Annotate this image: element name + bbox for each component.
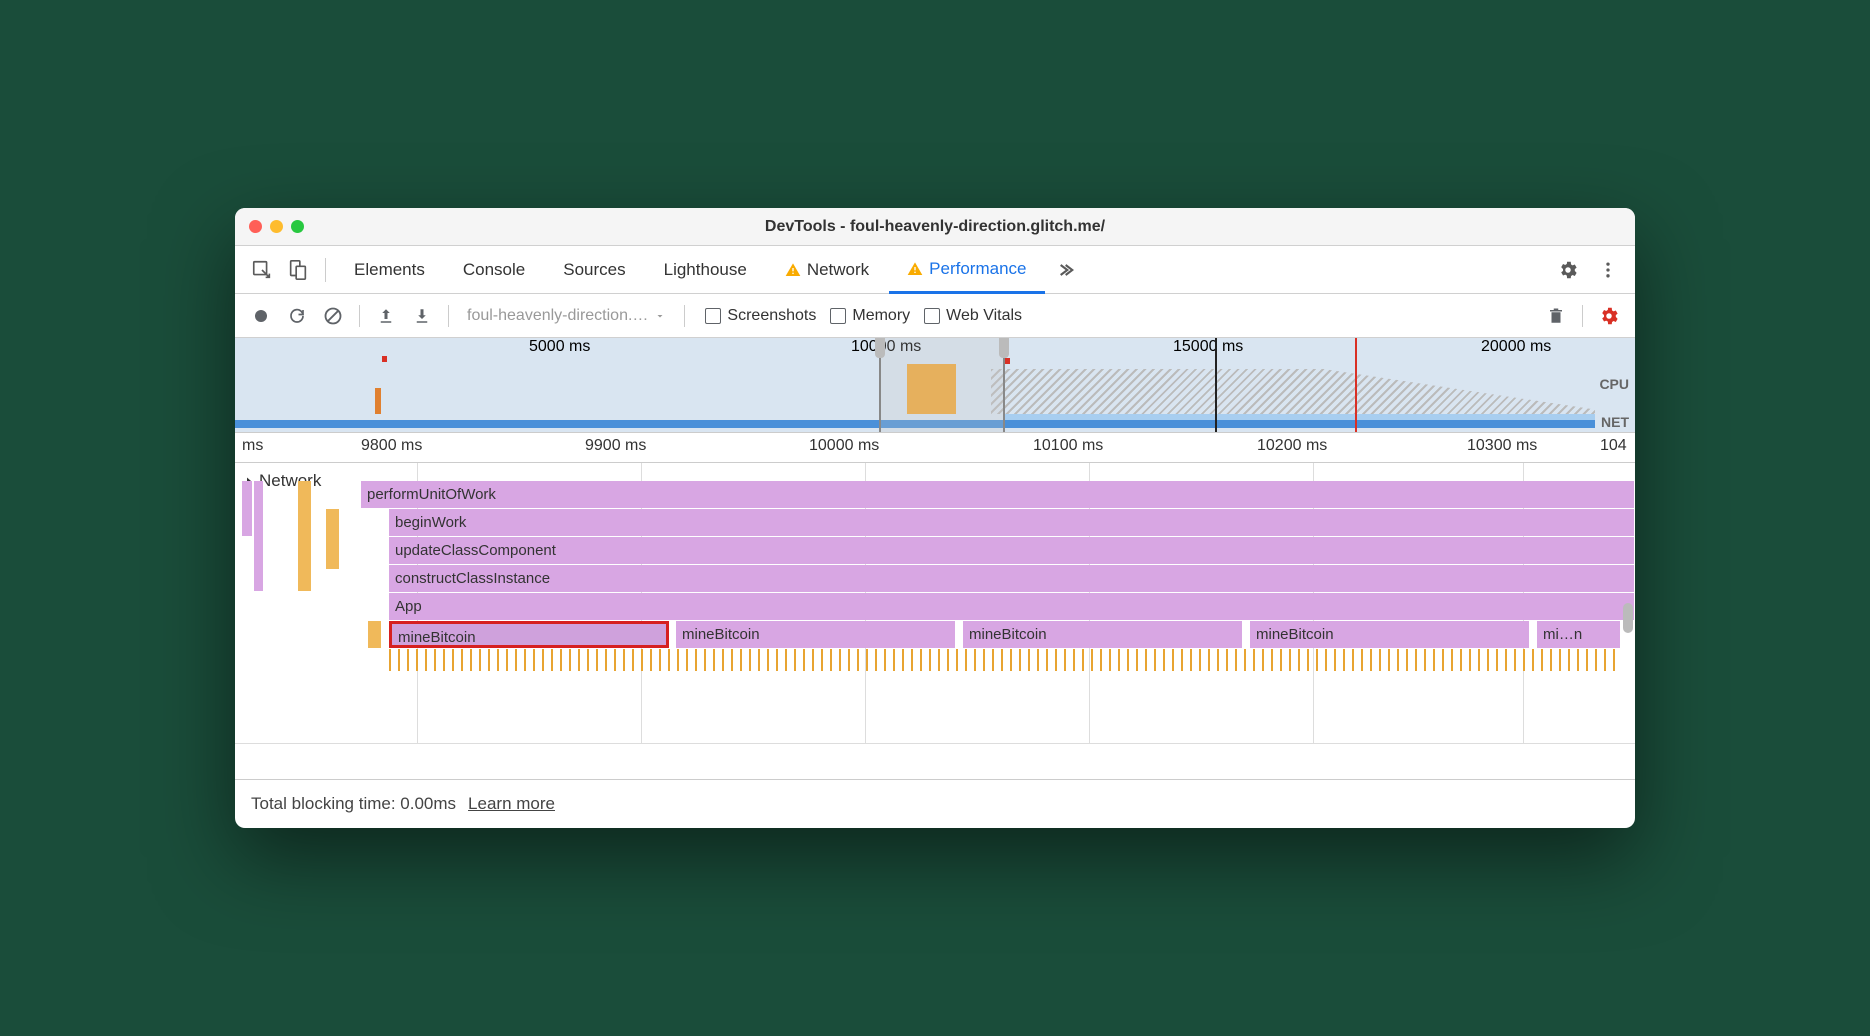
divider bbox=[684, 305, 685, 327]
overview-tick: 5000 ms bbox=[529, 338, 590, 356]
ruler-tick: 10000 ms bbox=[809, 437, 879, 455]
divider bbox=[448, 305, 449, 327]
flame-frame[interactable]: performUnitOfWork bbox=[361, 481, 1635, 508]
learn-more-link[interactable]: Learn more bbox=[468, 794, 555, 814]
ruler-tick: 10200 ms bbox=[1257, 437, 1327, 455]
chevron-down-icon bbox=[654, 310, 666, 322]
checkbox-label: Web Vitals bbox=[946, 307, 1022, 325]
device-toolbar-icon[interactable] bbox=[281, 253, 315, 287]
tab-label: Sources bbox=[563, 260, 625, 280]
tab-network[interactable]: Network bbox=[767, 246, 887, 294]
timeline-overview[interactable]: 5000 ms 10000 ms 15000 ms 20000 ms CPU N… bbox=[235, 338, 1635, 433]
marker-line bbox=[1215, 338, 1217, 432]
record-button[interactable] bbox=[245, 300, 277, 332]
spacer-row bbox=[235, 743, 1635, 779]
tab-performance[interactable]: Performance bbox=[889, 246, 1044, 294]
checkbox-label: Memory bbox=[852, 307, 910, 325]
long-task-marker bbox=[382, 356, 387, 362]
reload-record-button[interactable] bbox=[281, 300, 313, 332]
cpu-label: CPU bbox=[1599, 376, 1629, 392]
ruler-tick: 10100 ms bbox=[1033, 437, 1103, 455]
maximize-window-button[interactable] bbox=[291, 220, 304, 233]
kebab-menu-icon[interactable] bbox=[1591, 253, 1625, 287]
checkbox-label: Screenshots bbox=[727, 307, 816, 325]
microtask-ticks bbox=[389, 649, 1621, 671]
profile-select[interactable]: foul-heavenly-direction.… bbox=[459, 307, 674, 325]
memory-checkbox[interactable]: Memory bbox=[830, 307, 910, 325]
divider bbox=[325, 258, 326, 282]
overview-tick: 15000 ms bbox=[1173, 338, 1243, 356]
checkbox-icon bbox=[924, 308, 940, 324]
flame-frame-minebitcoin[interactable]: mineBitcoin bbox=[389, 621, 669, 648]
more-tabs-icon[interactable] bbox=[1047, 253, 1081, 287]
capture-settings-icon[interactable] bbox=[1593, 300, 1625, 332]
tab-label: Console bbox=[463, 260, 525, 280]
window-title: DevTools - foul-heavenly-direction.glitc… bbox=[765, 218, 1105, 236]
marker-line-red bbox=[1355, 338, 1357, 432]
close-window-button[interactable] bbox=[249, 220, 262, 233]
tab-console[interactable]: Console bbox=[445, 246, 543, 294]
blocking-time-text: Total blocking time: 0.00ms bbox=[251, 794, 456, 814]
ruler-tick: 9900 ms bbox=[585, 437, 646, 455]
checkbox-icon bbox=[830, 308, 846, 324]
ruler-tick: 9800 ms bbox=[361, 437, 422, 455]
flame-chart-area[interactable]: Network performUnitOfWork beginWork upda… bbox=[235, 463, 1635, 743]
download-profile-button[interactable] bbox=[406, 300, 438, 332]
flame-frame-minebitcoin[interactable]: mi…n bbox=[1537, 621, 1621, 648]
clear-button[interactable] bbox=[317, 300, 349, 332]
tab-label: Elements bbox=[354, 260, 425, 280]
divider bbox=[1582, 305, 1583, 327]
ruler-tick: 104 bbox=[1600, 437, 1627, 455]
screenshots-checkbox[interactable]: Screenshots bbox=[705, 307, 816, 325]
checkbox-icon bbox=[705, 308, 721, 324]
flame-frame-minebitcoin[interactable]: mineBitcoin bbox=[676, 621, 956, 648]
flame-frame-orange[interactable] bbox=[368, 621, 382, 648]
flame-frame[interactable]: App bbox=[389, 593, 1635, 620]
upload-profile-button[interactable] bbox=[370, 300, 402, 332]
inspect-element-icon[interactable] bbox=[245, 253, 279, 287]
footer: Total blocking time: 0.00ms Learn more bbox=[235, 779, 1635, 828]
tab-lighthouse[interactable]: Lighthouse bbox=[646, 246, 765, 294]
traffic-lights bbox=[249, 220, 304, 233]
selection-handle-right[interactable] bbox=[999, 338, 1009, 358]
cpu-hatched bbox=[991, 369, 1595, 414]
warning-icon bbox=[785, 262, 801, 278]
divider bbox=[359, 305, 360, 327]
warning-icon bbox=[907, 261, 923, 277]
tab-sources[interactable]: Sources bbox=[545, 246, 643, 294]
overview-selection[interactable] bbox=[879, 338, 1005, 432]
titlebar: DevTools - foul-heavenly-direction.glitc… bbox=[235, 208, 1635, 246]
webvitals-checkbox[interactable]: Web Vitals bbox=[924, 307, 1022, 325]
settings-icon[interactable] bbox=[1551, 253, 1585, 287]
tab-elements[interactable]: Elements bbox=[336, 246, 443, 294]
net-line-light bbox=[1005, 414, 1595, 420]
selection-handle-left[interactable] bbox=[875, 338, 885, 358]
minimize-window-button[interactable] bbox=[270, 220, 283, 233]
cpu-activity bbox=[375, 388, 381, 414]
scrollbar-thumb[interactable] bbox=[1623, 603, 1633, 633]
ruler-tick: ms bbox=[242, 437, 263, 455]
ruler-tick: 10300 ms bbox=[1467, 437, 1537, 455]
devtools-window: DevTools - foul-heavenly-direction.glitc… bbox=[235, 208, 1635, 828]
overview-tick: 20000 ms bbox=[1481, 338, 1551, 356]
flame-frame[interactable]: beginWork bbox=[389, 509, 1635, 536]
tab-label: Lighthouse bbox=[664, 260, 747, 280]
long-task-marker bbox=[1005, 358, 1010, 364]
net-label: NET bbox=[1601, 414, 1629, 430]
flame-frame[interactable]: updateClassComponent bbox=[389, 537, 1635, 564]
tabbar: Elements Console Sources Lighthouse Netw… bbox=[235, 246, 1635, 294]
performance-toolbar: foul-heavenly-direction.… Screenshots Me… bbox=[235, 294, 1635, 338]
scrollbar[interactable] bbox=[1621, 463, 1635, 743]
flame-frame[interactable]: constructClassInstance bbox=[389, 565, 1635, 592]
flame-frame-minebitcoin[interactable]: mineBitcoin bbox=[963, 621, 1243, 648]
tab-label: Performance bbox=[929, 259, 1026, 279]
flame-frame-minebitcoin[interactable]: mineBitcoin bbox=[1250, 621, 1530, 648]
delete-profile-button[interactable] bbox=[1540, 300, 1572, 332]
profile-name: foul-heavenly-direction.… bbox=[467, 307, 648, 325]
tab-label: Network bbox=[807, 260, 869, 280]
time-ruler[interactable]: ms 9800 ms 9900 ms 10000 ms 10100 ms 102… bbox=[235, 433, 1635, 463]
